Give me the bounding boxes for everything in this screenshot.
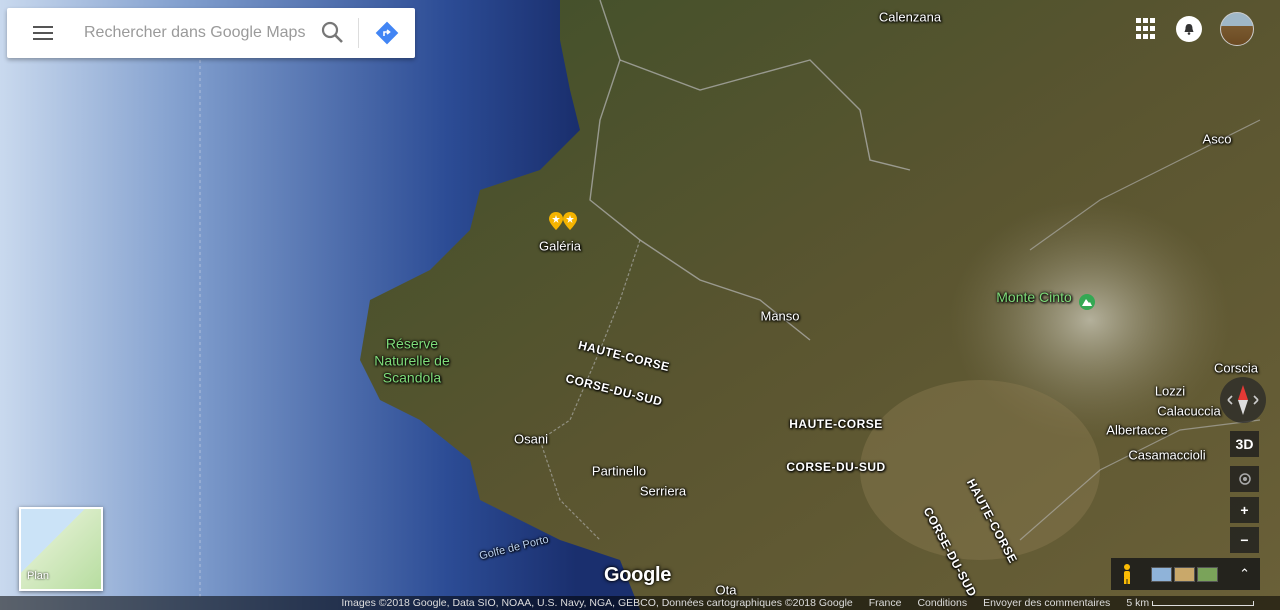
layers-bar: ⌃ <box>1111 558 1260 590</box>
pegman-icon[interactable] <box>1115 562 1139 586</box>
avatar[interactable] <box>1220 12 1254 46</box>
zoom-in-button[interactable]: + <box>1230 497 1259 523</box>
notifications-icon[interactable] <box>1176 16 1202 42</box>
footer-bar: Images ©2018 Google, Data SIO, NOAA, U.S… <box>0 596 1280 610</box>
imagery-thumbnail[interactable] <box>1151 566 1172 582</box>
minimap-label: Plan <box>27 570 50 582</box>
account-toolbar <box>1136 12 1254 46</box>
star-pin-icon[interactable] <box>549 212 563 230</box>
expand-chevron-icon[interactable]: ⌃ <box>1239 566 1250 582</box>
scale-label: 5 km <box>1126 597 1150 609</box>
place-label-corscia[interactable]: Corscia <box>1214 361 1258 376</box>
directions-icon[interactable] <box>359 8 415 58</box>
place-label-partinello[interactable]: Partinello <box>592 464 646 479</box>
apps-grid-icon[interactable] <box>1136 18 1158 40</box>
place-label-manso[interactable]: Manso <box>760 309 799 324</box>
scale-bar <box>1152 600 1254 606</box>
feedback-link[interactable]: Envoyer des commentaires <box>983 597 1110 609</box>
place-label-reserve[interactable]: Réserve Naturelle de Scandola <box>367 336 457 387</box>
terms-link[interactable]: Conditions <box>917 597 967 609</box>
place-label-casamaccioli[interactable]: Casamaccioli <box>1128 448 1205 463</box>
region-label-haute-corse: HAUTE-CORSE <box>789 417 883 431</box>
search-box <box>7 8 415 58</box>
search-icon[interactable] <box>318 18 348 48</box>
scale-indicator[interactable]: 5 km <box>1126 597 1254 609</box>
map-type-toggle[interactable]: Plan <box>19 507 103 591</box>
place-label-calacuccia[interactable]: Calacuccia <box>1157 404 1221 419</box>
country-link[interactable]: France <box>869 597 902 609</box>
zoom-out-button[interactable]: − <box>1230 527 1259 553</box>
my-location-icon[interactable] <box>1230 466 1259 492</box>
google-logo: Google <box>604 564 672 586</box>
3d-toggle-button[interactable]: 3D <box>1230 431 1259 457</box>
place-label-albertacce[interactable]: Albertacce <box>1106 423 1167 438</box>
mountain-pin-icon[interactable] <box>1079 294 1095 310</box>
attribution-text: Images ©2018 Google, Data SIO, NOAA, U.S… <box>341 597 853 609</box>
place-label-asco[interactable]: Asco <box>1203 132 1232 147</box>
star-pin-icon[interactable] <box>563 212 577 230</box>
place-label-monte-cinto[interactable]: Monte Cinto <box>996 289 1071 305</box>
imagery-thumbnails <box>1151 566 1218 582</box>
imagery-thumbnail[interactable] <box>1197 566 1218 582</box>
menu-icon[interactable] <box>33 26 53 40</box>
place-label-calenzana[interactable]: Calenzana <box>879 10 941 25</box>
place-label-osani[interactable]: Osani <box>514 432 548 447</box>
place-label-galeria[interactable]: Galéria <box>539 239 581 254</box>
place-label-lozzi[interactable]: Lozzi <box>1155 384 1185 399</box>
compass-icon[interactable] <box>1220 377 1266 423</box>
region-label-corse-du-sud: CORSE-DU-SUD <box>786 460 886 474</box>
place-label-serriera[interactable]: Serriera <box>640 484 686 499</box>
search-input[interactable] <box>82 23 318 43</box>
imagery-thumbnail[interactable] <box>1174 566 1195 582</box>
